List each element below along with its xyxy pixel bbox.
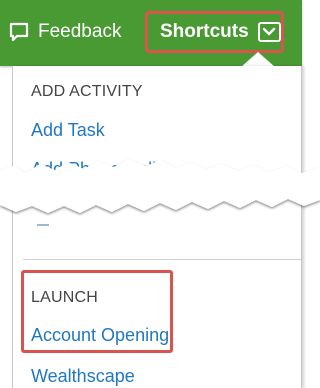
feedback-button[interactable]: Feedback [8, 18, 121, 46]
shortcuts-button[interactable]: Shortcuts [145, 11, 284, 53]
torn-edge-break [0, 159, 320, 213]
chevron-down-icon [257, 22, 281, 42]
add-task-link[interactable]: Add Task [31, 120, 105, 141]
feedback-label: Feedback [38, 21, 122, 42]
section-divider [23, 259, 301, 260]
speech-bubble-icon [8, 21, 30, 43]
add-activity-heading: ADD ACTIVITY [31, 83, 143, 100]
cut-link-fragment [37, 224, 49, 226]
dropdown-caret [241, 52, 275, 67]
launch-highlight-box [21, 270, 173, 353]
wealthscape-link[interactable]: Wealthscape [31, 366, 135, 387]
shortcuts-label: Shortcuts [160, 21, 249, 42]
